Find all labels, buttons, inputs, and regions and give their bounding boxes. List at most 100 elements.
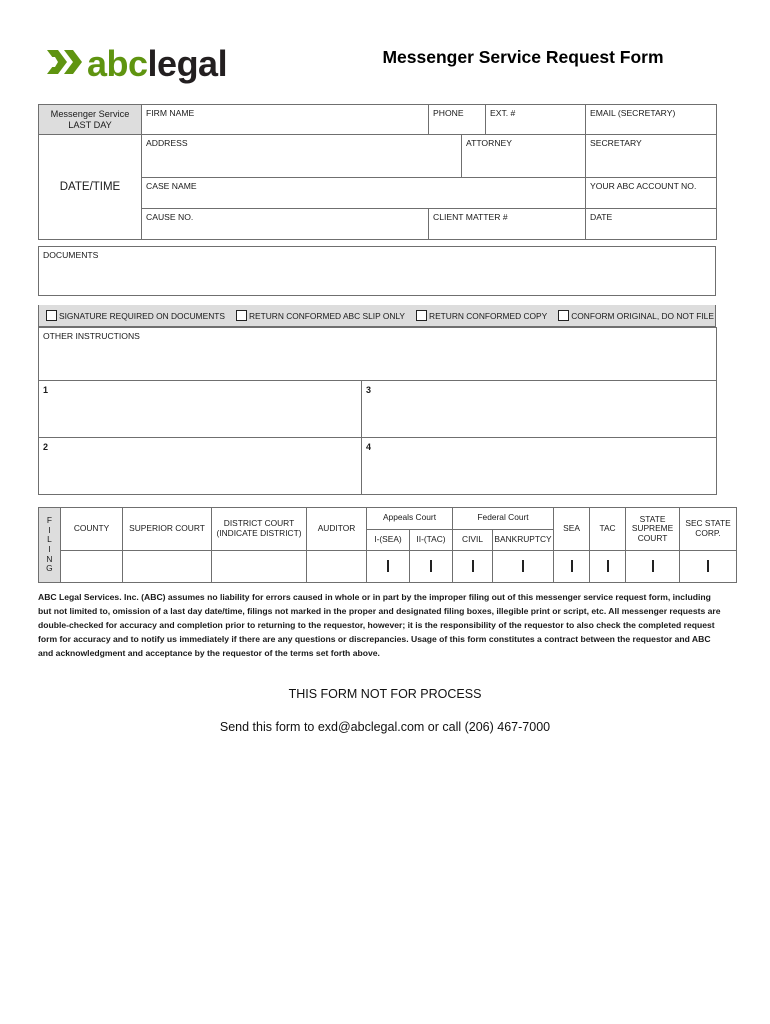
email-secretary-label: EMAIL (SECRETARY) — [590, 108, 676, 118]
column-label: AUDITOR — [317, 523, 356, 534]
checkbox-cell-sea[interactable] — [553, 550, 591, 583]
documents-field[interactable]: DOCUMENTS — [38, 246, 716, 296]
checkbox-cell-appeals-ii-tac[interactable] — [408, 550, 454, 583]
attorney-label: ATTORNEY — [466, 138, 512, 149]
checkbox-icon[interactable] — [416, 310, 428, 321]
column-label: SUPERIOR COURT — [129, 523, 205, 534]
table-row: F I L I N G COUNTY SUPERIOR COURT DISTRI… — [38, 507, 738, 583]
other-instructions-field[interactable]: OTHER INSTRUCTIONS — [37, 327, 718, 381]
document-handling-options: SIGNATURE REQUIRED ON DOCUMENTS RETURN C… — [38, 305, 716, 327]
abc-legal-logo: abclegal — [44, 40, 228, 88]
checkbox-icon[interactable] — [651, 559, 654, 572]
checkbox-icon[interactable] — [707, 559, 710, 572]
column-label: TAC — [599, 523, 616, 534]
checkbox-cell-state-supreme-court[interactable] — [625, 550, 681, 583]
documents-table: DOCUMENTS — [38, 246, 716, 296]
group-label: Federal Court — [477, 512, 529, 523]
attorney-field[interactable]: ATTORNEY — [461, 134, 586, 179]
instruction-number: 2 — [43, 442, 49, 452]
checkbox-cell-tac[interactable] — [589, 550, 627, 583]
table-row: 1 3 — [38, 380, 718, 438]
column-header-state-supreme-court: STATE SUPREME COURT — [625, 507, 681, 551]
checkbox-icon[interactable] — [430, 559, 432, 572]
other-instructions-label: OTHER INSTRUCTIONS — [43, 331, 140, 341]
group-header-federal-court: Federal Court — [452, 507, 555, 530]
option-label: SIGNATURE REQUIRED ON DOCUMENTS — [59, 310, 225, 321]
input-auditor[interactable] — [306, 550, 367, 583]
checkbox-icon[interactable] — [471, 559, 474, 572]
table-row: 2 4 — [38, 437, 718, 495]
client-matter-field[interactable]: CLIENT MATTER # — [428, 208, 586, 241]
address-label: ADDRESS — [146, 138, 188, 149]
checkbox-cell-federal-bankruptcy[interactable] — [492, 550, 555, 583]
filing-designation-table: F I L I N G COUNTY SUPERIOR COURT DISTRI… — [38, 507, 738, 583]
abc-legal-chevron-logo-icon — [44, 46, 86, 83]
subcolumn-header-federal-civil: CIVIL — [452, 528, 494, 551]
table-row: DATE/TIME ADDRESS ATTORNEY SECRETARY — [38, 134, 717, 241]
instruction-number: 3 — [366, 385, 372, 395]
input-district-court[interactable] — [211, 550, 307, 583]
instruction-box-1[interactable]: 1 — [38, 380, 362, 438]
messenger-service-line-2: LAST DAY — [68, 119, 112, 130]
option-conform-original-do-not-file[interactable]: CONFORM ORIGINAL, DO NOT FILE — [558, 310, 714, 321]
cause-no-field[interactable]: CAUSE NO. — [141, 208, 429, 241]
table-row — [39, 550, 738, 583]
column-header-sea: SEA — [553, 507, 591, 551]
group-label: Appeals Court — [382, 512, 437, 523]
column-label: SEC STATE CORP. — [685, 518, 731, 538]
filing-vertical-label: F I L I N G — [38, 507, 61, 583]
input-county[interactable] — [60, 550, 123, 583]
option-signature-required-on-documents[interactable]: SIGNATURE REQUIRED ON DOCUMENTS — [46, 310, 225, 321]
subcolumn-label: II-(TAC) — [416, 533, 446, 544]
date-label: DATE — [590, 212, 613, 223]
logo-text-abc: abc — [87, 43, 148, 84]
ext-field[interactable]: EXT. # — [485, 103, 586, 136]
checkbox-cell-federal-civil[interactable] — [452, 550, 494, 583]
case-name-field[interactable]: CASE NAME — [141, 177, 586, 210]
option-return-conformed-abc-slip-only[interactable]: RETURN CONFORMED ABC SLIP ONLY — [235, 310, 405, 321]
checkbox-icon[interactable] — [387, 559, 389, 572]
instruction-box-2[interactable]: 2 — [38, 437, 362, 495]
page-header: abclegal Messenger Service Request Form — [0, 0, 770, 100]
table-row: DOCUMENTS — [38, 246, 716, 296]
instruction-box-3[interactable]: 3 — [360, 380, 718, 438]
firm-name-field[interactable]: FIRM NAME — [141, 103, 429, 136]
instruction-number: 1 — [43, 385, 49, 395]
date-field[interactable]: DATE — [585, 208, 717, 241]
phone-field[interactable]: PHONE — [428, 103, 486, 136]
logo-wordmark: abclegal — [87, 43, 228, 84]
column-label: SEA — [563, 523, 580, 534]
option-label: CONFORM ORIGINAL, DO NOT FILE — [571, 310, 714, 321]
date-time-field[interactable]: DATE/TIME — [38, 134, 142, 241]
subcolumn-label: CIVIL — [462, 533, 483, 544]
column-header-district-court: DISTRICT COURT (INDICATE DISTRICT) — [211, 507, 307, 551]
checkbox-icon[interactable] — [235, 310, 247, 321]
checkbox-icon[interactable] — [46, 310, 57, 321]
checkbox-cell-sec-state-corp[interactable] — [679, 550, 738, 583]
email-secretary-field[interactable]: EMAIL (SECRETARY) — [585, 103, 717, 136]
secretary-field[interactable]: SECRETARY — [585, 134, 717, 179]
abc-account-no-label: YOUR ABC ACCOUNT NO. — [590, 181, 697, 192]
column-header-auditor: AUDITOR — [306, 507, 367, 551]
column-header-sec-state-corp: SEC STATE CORP. — [679, 507, 738, 551]
option-return-conformed-copy[interactable]: RETURN CONFORMED COPY — [416, 310, 547, 321]
page-title: Messenger Service Request Form — [382, 47, 664, 67]
instruction-box-4[interactable]: 4 — [360, 437, 718, 495]
instruction-number: 4 — [366, 442, 372, 452]
checkbox-icon[interactable] — [558, 310, 570, 321]
messenger-service-last-day-header: Messenger Service LAST DAY — [38, 103, 142, 136]
checkbox-icon[interactable] — [522, 559, 525, 572]
input-superior-court[interactable] — [122, 550, 212, 583]
checkbox-icon[interactable] — [606, 559, 609, 572]
subcolumn-label: I-(SEA) — [374, 533, 402, 544]
abc-account-no-field[interactable]: YOUR ABC ACCOUNT NO. — [585, 177, 717, 210]
column-header-county: COUNTY — [60, 507, 123, 551]
checkbox-icon[interactable] — [570, 559, 573, 572]
filing-letter: G — [46, 563, 53, 574]
address-field[interactable]: ADDRESS — [141, 134, 462, 179]
column-header-superior-court: SUPERIOR COURT — [122, 507, 212, 551]
subcolumn-header-federal-bankruptcy: BANKRUPTCY — [492, 528, 555, 551]
checkbox-cell-appeals-i-sea[interactable] — [366, 550, 410, 583]
case-name-label: CASE NAME — [146, 181, 197, 192]
option-label: RETURN CONFORMED COPY — [429, 310, 548, 321]
